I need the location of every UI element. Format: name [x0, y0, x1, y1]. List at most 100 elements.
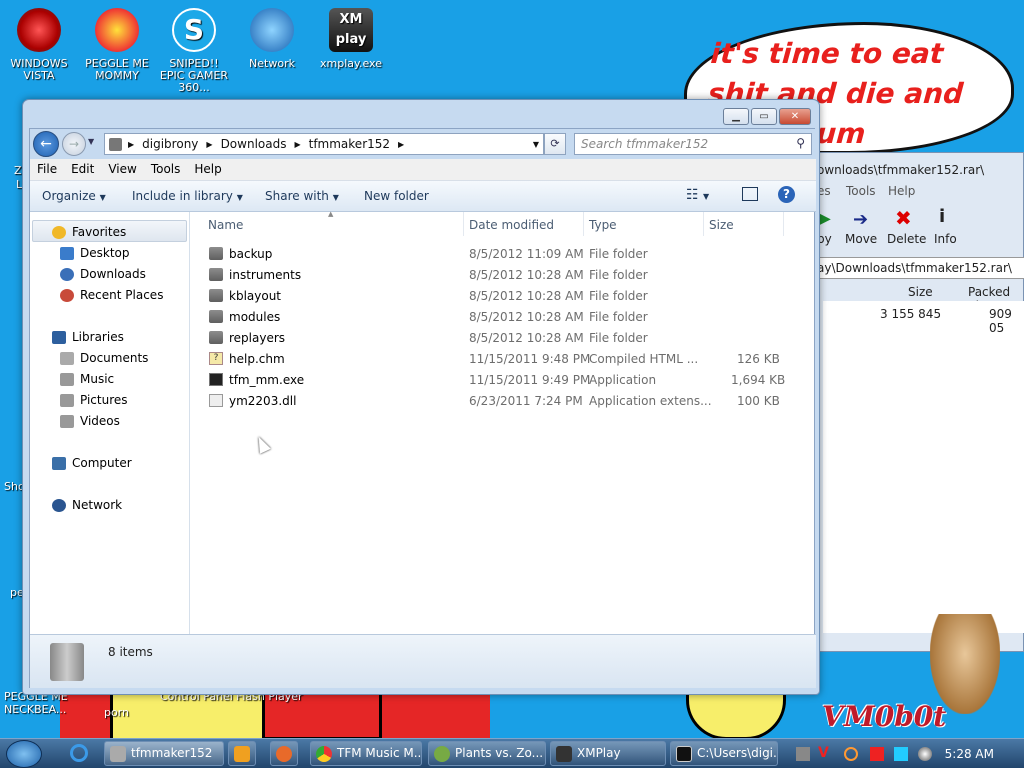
folder-icon [209, 268, 223, 281]
file-row[interactable]: backup 8/5/2012 11:09 AM File folder [190, 244, 800, 265]
taskbar-button-plants-vs-zombies[interactable]: Plants vs. Zo... [428, 741, 546, 766]
include-in-library-button[interactable]: Include in library ▼ [132, 189, 243, 203]
taskbar-button-media[interactable] [228, 741, 256, 766]
minimize-button[interactable]: ▁ [723, 108, 749, 125]
taskbar-label: XMPlay [577, 746, 621, 760]
explorer-window[interactable]: ▁ ▭ ✕ ← → ▼ ▶ digibrony ▶ Downloads ▶ tf… [22, 99, 820, 695]
address-bar[interactable]: ▶ digibrony ▶ Downloads ▶ tfmmaker152 ▶ … [104, 133, 544, 155]
file-row[interactable]: ym2203.dll 6/23/2011 7:24 PM Application… [190, 391, 800, 412]
pictures-icon [60, 393, 74, 407]
breadcrumb-item[interactable]: Downloads [221, 137, 287, 151]
new-folder-button[interactable]: New folder [364, 189, 429, 203]
file-type: Application extens... [589, 394, 712, 408]
documents-icon [60, 351, 74, 365]
menu-edit[interactable]: Edit [64, 159, 101, 180]
view-options-icon[interactable]: ☷ ▼ [686, 187, 709, 203]
chevron-down-icon: ▼ [332, 193, 339, 202]
breadcrumb-item[interactable]: tfmmaker152 [309, 137, 390, 151]
desktop-icon-label: PEGGLE ME MOMMY [85, 57, 149, 82]
tray-icon[interactable]: V [818, 745, 829, 761]
desktop-icon-network[interactable]: Network [234, 8, 310, 70]
desktop-icon-label-porn[interactable]: porn [104, 706, 129, 719]
archive-move-button[interactable]: Move [845, 232, 877, 246]
nav-label: Pictures [80, 393, 128, 407]
taskbar-button-7zip[interactable]: C:\Users\digi... [670, 741, 778, 766]
item-count: 8 items [108, 645, 153, 659]
nav-favorites[interactable]: Favorites [52, 225, 126, 239]
desktop-partial-label: Z [14, 164, 22, 177]
archive-menu-item[interactable]: Help [888, 184, 915, 198]
help-icon[interactable]: ? [778, 186, 795, 203]
column-size[interactable]: Size [709, 218, 734, 232]
start-button[interactable] [6, 740, 42, 768]
7zip-icon [676, 746, 692, 762]
xmplay-icon [556, 746, 572, 762]
file-size: 1,694 KB [731, 373, 786, 387]
file-name: backup [229, 247, 273, 261]
menu-tools[interactable]: Tools [144, 159, 188, 180]
nav-recent-places[interactable]: Recent Places [60, 288, 163, 302]
tray-icon[interactable] [796, 747, 810, 761]
nav-videos[interactable]: Videos [60, 414, 120, 428]
desktop-icon-skype[interactable]: S SNIPED!! EPIC GAMER 360... [156, 8, 232, 94]
refresh-button[interactable]: ⟳ [544, 133, 566, 155]
nav-label: Music [80, 372, 115, 386]
archive-info-button[interactable]: Info [934, 232, 957, 246]
desktop-icon-xmplay[interactable]: XM play xmplay.exe [313, 8, 389, 70]
nav-music[interactable]: Music [60, 372, 114, 386]
column-date-modified[interactable]: Date modified [469, 218, 554, 232]
menu-view[interactable]: View [101, 159, 143, 180]
tray-icon[interactable] [894, 747, 908, 761]
archive-row-packed: 909 05 [989, 307, 1012, 335]
history-dropdown-icon[interactable]: ▼ [88, 137, 94, 146]
file-row[interactable]: ? help.chm 11/15/2011 9:48 PM Compiled H… [190, 349, 800, 370]
volume-icon[interactable] [918, 747, 932, 761]
file-date: 8/5/2012 10:28 AM [469, 331, 584, 345]
archive-delete-button[interactable]: Delete [887, 232, 926, 246]
tray-icon[interactable] [844, 747, 858, 761]
desktop-icon-windows-vista[interactable]: WINDOWS VISTA [1, 8, 77, 82]
nav-desktop[interactable]: Desktop [60, 246, 130, 260]
breadcrumb-item[interactable]: digibrony [142, 137, 198, 151]
search-placeholder: Search tfmmaker152 [581, 137, 709, 151]
search-icon[interactable]: ⚲ [796, 136, 805, 150]
archive-menu-item[interactable]: Tools [846, 184, 876, 198]
file-row[interactable]: kblayout 8/5/2012 10:28 AM File folder [190, 286, 800, 307]
share-with-button[interactable]: Share with ▼ [265, 189, 339, 203]
column-name[interactable]: Name [208, 218, 243, 232]
mouse-cursor-icon [253, 434, 271, 454]
maximize-button[interactable]: ▭ [751, 108, 777, 125]
preview-pane-icon[interactable] [742, 187, 758, 201]
nav-libraries[interactable]: Libraries [52, 330, 124, 344]
ie-quicklaunch-icon[interactable] [70, 744, 88, 762]
organize-button[interactable]: Organize ▼ [42, 189, 106, 203]
nav-documents[interactable]: Documents [60, 351, 148, 365]
menu-file[interactable]: File [30, 159, 64, 180]
column-type[interactable]: Type [589, 218, 617, 232]
file-row[interactable]: tfm_mm.exe 11/15/2011 9:49 PM Applicatio… [190, 370, 800, 391]
taskbar-clock[interactable]: 5:28 AM [945, 747, 994, 761]
file-row[interactable]: instruments 8/5/2012 10:28 AM File folde… [190, 265, 800, 286]
taskbar-button-chrome[interactable]: TFM Music M... [310, 741, 422, 766]
breadcrumb-sep-icon: ▶ [128, 139, 135, 149]
file-row[interactable]: modules 8/5/2012 10:28 AM File folder [190, 307, 800, 328]
desktop-icon-peggle[interactable]: PEGGLE ME MOMMY [79, 8, 155, 82]
taskbar-button-explorer[interactable]: tfmmaker152 [104, 741, 224, 766]
address-dropdown-icon[interactable]: ▼ [533, 140, 539, 149]
tray-icon[interactable] [870, 747, 884, 761]
close-button[interactable]: ✕ [779, 108, 811, 125]
search-input[interactable]: Search tfmmaker152 ⚲ [574, 133, 812, 155]
nav-network[interactable]: Network [52, 498, 122, 512]
nav-computer[interactable]: Computer [52, 456, 132, 470]
background-archive-window[interactable]: ownloads\tfmmaker152.rar\ es Tools Help … [812, 152, 1024, 652]
forward-button[interactable]: → [62, 132, 86, 156]
dll-file-icon [209, 394, 223, 407]
archive-col-size[interactable]: Size [908, 285, 933, 299]
back-button[interactable]: ← [33, 131, 59, 157]
menu-help[interactable]: Help [187, 159, 228, 180]
nav-downloads[interactable]: Downloads [60, 267, 146, 281]
nav-pictures[interactable]: Pictures [60, 393, 128, 407]
taskbar-button-xmplay[interactable]: XMPlay [550, 741, 666, 766]
taskbar-button-app[interactable] [270, 741, 298, 766]
file-row[interactable]: replayers 8/5/2012 10:28 AM File folder [190, 328, 800, 349]
